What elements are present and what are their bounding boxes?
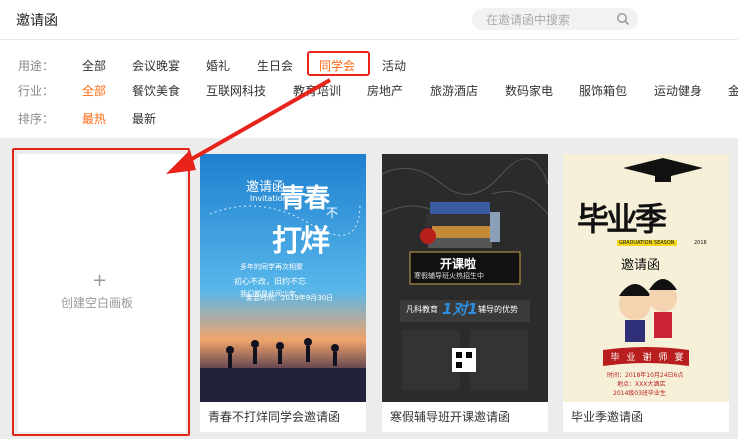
filter-row-industry: 行业： 全部 餐饮美食 互联网科技 教育培训 房地产 旅游酒店 数码家电 服饰箱… xyxy=(0,78,738,102)
poster-banner-char: 师 xyxy=(658,353,668,363)
industry-option-tech[interactable]: 互联网科技 xyxy=(206,82,266,99)
poster-title: 毕业季 xyxy=(577,200,667,238)
template-card[interactable]: 邀请函 Invitation 青春 不 打烊 多年的同学再次相聚 初心不改，旧约… xyxy=(200,154,366,432)
poster-info: 2014级03班毕业生 xyxy=(613,390,666,397)
template-thumbnail[interactable]: 邀请函 Invitation 青春 不 打烊 多年的同学再次相聚 初心不改，旧约… xyxy=(200,154,366,402)
usage-option-wedding[interactable]: 婚礼 xyxy=(206,57,230,74)
poster-line: 辅导的优势 xyxy=(478,305,518,314)
poster-info: 时间：2018年10月24日6点 xyxy=(607,372,684,379)
poster-line: 凡科教育 xyxy=(406,305,438,314)
poster-banner-sub: 寒假辅导班火热招生中 xyxy=(414,272,484,280)
highlight-box xyxy=(307,51,370,76)
search-placeholder: 在邀请函中搜索 xyxy=(486,13,571,27)
industry-option-fashion[interactable]: 服饰箱包 xyxy=(579,82,627,99)
poster-banner-char: 业 xyxy=(626,353,636,363)
industry-option-education[interactable]: 教育培训 xyxy=(293,82,341,99)
template-card[interactable]: 开课啦 寒假辅导班火热招生中 凡科教育 1对1 辅导的优势 寒假辅导班开课邀请函 xyxy=(382,154,548,432)
poster-banner-char: 毕 xyxy=(610,353,620,363)
poster-year: 2018 xyxy=(694,240,707,246)
poster-highlight: 1对1 xyxy=(442,300,478,318)
template-card[interactable]: 毕业季 GRADUATION SEASON 2018 邀请函 毕 业 谢 师 宴… xyxy=(563,154,729,432)
page-title: 邀请函 xyxy=(16,13,58,29)
template-caption[interactable]: 毕业季邀请函 xyxy=(571,408,643,425)
poster-subtitle: 邀请函 xyxy=(621,258,661,273)
usage-option-meeting[interactable]: 会议晚宴 xyxy=(132,57,180,74)
usage-option-all[interactable]: 全部 xyxy=(82,57,106,74)
template-caption[interactable]: 寒假辅导班开课邀请函 xyxy=(390,408,510,425)
industry-option-finance[interactable]: 金 xyxy=(728,82,738,99)
template-caption[interactable]: 青春不打烊同学会邀请函 xyxy=(208,408,340,425)
filter-label-usage: 用途： xyxy=(18,59,55,73)
poster-title-line1: 青春 xyxy=(280,184,330,214)
poster-line: 初心不改，旧约不忘 xyxy=(234,277,306,286)
poster-line: 多年的同学再次相聚 xyxy=(240,263,303,271)
search-input[interactable]: 在邀请函中搜索 xyxy=(472,8,638,30)
highlight-box xyxy=(12,148,190,436)
poster-date: 聚会时间：2019年9月30日 xyxy=(246,294,334,302)
template-thumbnail[interactable]: 毕业季 GRADUATION SEASON 2018 邀请函 毕 业 谢 师 宴… xyxy=(563,154,729,402)
template-thumbnail[interactable]: 开课啦 寒假辅导班火热招生中 凡科教育 1对1 辅导的优势 xyxy=(382,154,548,402)
poster-badge: GRADUATION SEASON xyxy=(617,240,677,246)
poster-banner: 开课啦 xyxy=(440,257,477,271)
industry-option-digital[interactable]: 数码家电 xyxy=(505,82,553,99)
sort-option-new[interactable]: 最新 xyxy=(132,110,156,127)
filter-label-sort: 排序： xyxy=(18,112,55,126)
usage-option-activity[interactable]: 活动 xyxy=(382,57,406,74)
sort-option-hot[interactable]: 最热 xyxy=(82,110,106,127)
industry-option-realestate[interactable]: 房地产 xyxy=(367,82,403,99)
industry-option-travel[interactable]: 旅游酒店 xyxy=(430,82,478,99)
poster-title-line2: 打烊 xyxy=(272,224,330,259)
industry-option-food[interactable]: 餐饮美食 xyxy=(132,82,180,99)
search-icon[interactable] xyxy=(616,12,630,26)
filter-label-industry: 行业： xyxy=(18,84,55,98)
usage-option-birthday[interactable]: 生日会 xyxy=(257,57,293,74)
industry-option-all[interactable]: 全部 xyxy=(82,82,106,99)
poster-info: 地点：XXX大酒店 xyxy=(617,381,666,388)
poster-banner-char: 谢 xyxy=(642,353,652,363)
filter-row-sort: 排序： 最热 最新 xyxy=(0,106,738,130)
header-bar: 邀请函 在邀请函中搜索 xyxy=(0,0,738,40)
poster-banner-char: 宴 xyxy=(674,353,684,363)
industry-option-sports[interactable]: 运动健身 xyxy=(654,82,702,99)
poster-banner: 毕 业 谢 师 宴 xyxy=(607,350,687,363)
